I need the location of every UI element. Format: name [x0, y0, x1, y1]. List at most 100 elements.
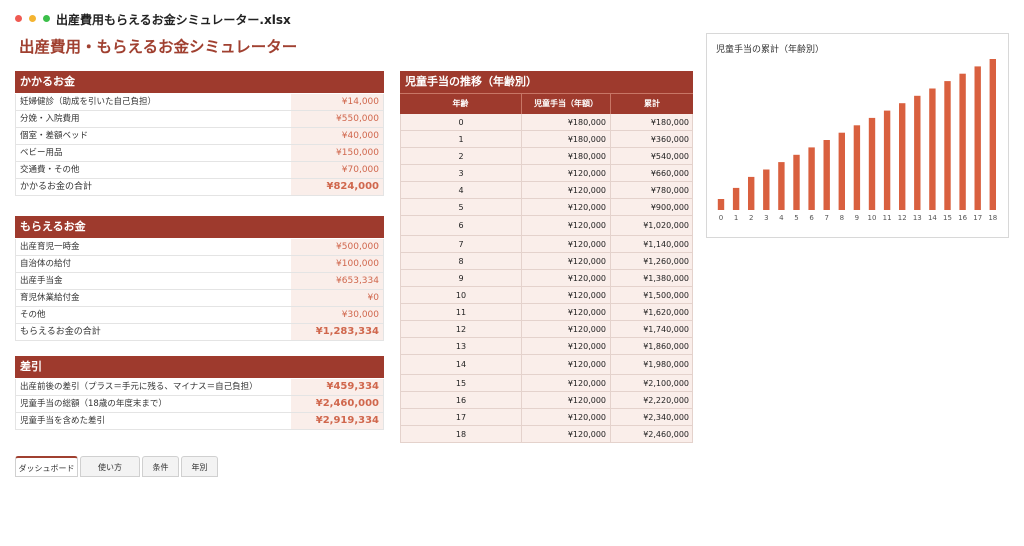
annual-cell[interactable]: ¥120,000: [521, 216, 610, 235]
annual-cell[interactable]: ¥120,000: [521, 165, 610, 181]
cumulative-cell[interactable]: ¥1,260,000: [610, 253, 693, 269]
sheet-tab-yearly[interactable]: 年別: [181, 456, 218, 477]
age-cell[interactable]: 8: [400, 253, 521, 269]
cost-value-cell[interactable]: ¥70,000: [291, 162, 384, 178]
close-window-button[interactable]: [15, 15, 22, 22]
annual-cell[interactable]: ¥120,000: [521, 287, 610, 303]
sheet-tab-dashboard[interactable]: ダッシュボード: [15, 456, 78, 477]
age-cell[interactable]: 6: [400, 216, 521, 235]
age-cell[interactable]: 5: [400, 199, 521, 215]
allowance-row: 14 ¥120,000 ¥1,980,000: [400, 355, 693, 375]
age-cell[interactable]: 0: [400, 114, 521, 130]
cumulative-cell[interactable]: ¥2,340,000: [610, 409, 693, 425]
cost-total-value[interactable]: ¥824,000: [291, 179, 384, 195]
age-cell[interactable]: 9: [400, 270, 521, 286]
maximize-window-button[interactable]: [43, 15, 50, 22]
cumulative-cell[interactable]: ¥1,380,000: [610, 270, 693, 286]
annual-cell[interactable]: ¥120,000: [521, 392, 610, 408]
age-cell[interactable]: 7: [400, 236, 521, 252]
allowance-table-column-headers: 年齢 児童手当（年額） 累計: [400, 93, 693, 114]
age-cell[interactable]: 4: [400, 182, 521, 198]
allowance-row: 18 ¥120,000 ¥2,460,000: [400, 426, 693, 443]
allowance-table: 児童手当の推移（年齢別） 年齢 児童手当（年額） 累計 0 ¥180,000 ¥18…: [400, 71, 693, 443]
x-tick-label: 4: [779, 214, 784, 222]
cost-value-cell[interactable]: ¥550,000: [291, 111, 384, 127]
annual-cell[interactable]: ¥120,000: [521, 355, 610, 374]
cumulative-cell[interactable]: ¥2,460,000: [610, 426, 693, 442]
cumulative-cell[interactable]: ¥1,500,000: [610, 287, 693, 303]
column-header-age[interactable]: 年齢: [400, 94, 521, 114]
annual-cell[interactable]: ¥120,000: [521, 236, 610, 252]
cumulative-allowance-chart[interactable]: 児童手当の累計（年齢別） 0 1 2 3 4 5 6 7 8 9 10 11 12 13 14 15 16 17 1…: [706, 33, 1009, 238]
cumulative-cell[interactable]: ¥180,000: [610, 114, 693, 130]
annual-cell[interactable]: ¥120,000: [521, 182, 610, 198]
age-cell[interactable]: 12: [400, 321, 521, 337]
column-header-cumulative[interactable]: 累計: [610, 94, 693, 114]
allowance-row: 2 ¥180,000 ¥540,000: [400, 148, 693, 165]
cumulative-cell[interactable]: ¥540,000: [610, 148, 693, 164]
age-cell[interactable]: 17: [400, 409, 521, 425]
age-cell[interactable]: 2: [400, 148, 521, 164]
x-tick-label: 5: [794, 214, 798, 222]
annual-cell[interactable]: ¥120,000: [521, 338, 610, 354]
cost-value-cell[interactable]: ¥40,000: [291, 128, 384, 144]
cumulative-cell[interactable]: ¥780,000: [610, 182, 693, 198]
annual-cell[interactable]: ¥120,000: [521, 321, 610, 337]
income-value-cell[interactable]: ¥100,000: [291, 256, 384, 272]
sheet-tab-howto[interactable]: 使い方: [80, 456, 140, 477]
difference-section: 差引 出産前後の差引（プラス＝手元に残る、マイナス＝自己負担） ¥459,334 …: [15, 356, 384, 430]
cumulative-cell[interactable]: ¥1,620,000: [610, 304, 693, 320]
cumulative-cell[interactable]: ¥900,000: [610, 199, 693, 215]
age-cell[interactable]: 3: [400, 165, 521, 181]
age-cell[interactable]: 18: [400, 426, 521, 442]
cost-row: 交通費・その他 ¥70,000: [15, 162, 384, 179]
difference-value-cell[interactable]: ¥459,334: [291, 379, 384, 395]
cumulative-cell[interactable]: ¥1,860,000: [610, 338, 693, 354]
income-total-value[interactable]: ¥1,283,334: [291, 324, 384, 340]
chart-bar: [732, 187, 740, 210]
annual-cell[interactable]: ¥120,000: [521, 270, 610, 286]
annual-cell[interactable]: ¥120,000: [521, 253, 610, 269]
cost-row: 分娩・入院費用 ¥550,000: [15, 111, 384, 128]
age-cell[interactable]: 14: [400, 355, 521, 374]
cumulative-cell[interactable]: ¥2,220,000: [610, 392, 693, 408]
annual-cell[interactable]: ¥180,000: [521, 131, 610, 147]
cost-value-cell[interactable]: ¥150,000: [291, 145, 384, 161]
cumulative-cell[interactable]: ¥1,740,000: [610, 321, 693, 337]
age-cell[interactable]: 13: [400, 338, 521, 354]
annual-cell[interactable]: ¥120,000: [521, 426, 610, 442]
cumulative-cell[interactable]: ¥660,000: [610, 165, 693, 181]
difference-value-cell[interactable]: ¥2,460,000: [291, 396, 384, 412]
annual-cell[interactable]: ¥180,000: [521, 148, 610, 164]
chart-bar: [838, 132, 845, 210]
annual-cell[interactable]: ¥120,000: [521, 304, 610, 320]
annual-cell[interactable]: ¥180,000: [521, 114, 610, 130]
annual-cell[interactable]: ¥120,000: [521, 375, 610, 391]
age-cell[interactable]: 11: [400, 304, 521, 320]
cumulative-cell[interactable]: ¥1,980,000: [610, 355, 693, 374]
annual-cell[interactable]: ¥120,000: [521, 199, 610, 215]
income-value-cell[interactable]: ¥653,334: [291, 273, 384, 289]
difference-header: 差引: [15, 356, 384, 378]
cumulative-cell[interactable]: ¥1,020,000: [610, 216, 693, 235]
annual-cell[interactable]: ¥120,000: [521, 409, 610, 425]
income-value-cell[interactable]: ¥500,000: [291, 239, 384, 255]
age-cell[interactable]: 10: [400, 287, 521, 303]
chart-bar: [778, 162, 785, 210]
minimize-window-button[interactable]: [29, 15, 36, 22]
difference-value-cell[interactable]: ¥2,919,334: [291, 413, 384, 429]
cumulative-cell[interactable]: ¥360,000: [610, 131, 693, 147]
x-tick-label: 3: [764, 214, 768, 222]
column-header-annual[interactable]: 児童手当（年額）: [521, 94, 610, 114]
sheet-tab-conditions[interactable]: 条件: [142, 456, 179, 477]
allowance-row: 5 ¥120,000 ¥900,000: [400, 199, 693, 216]
income-value-cell[interactable]: ¥0: [291, 290, 384, 306]
age-cell[interactable]: 16: [400, 392, 521, 408]
cost-value-cell[interactable]: ¥14,000: [291, 94, 384, 110]
window-titlebar: 出産費用もらえるお金シミュレーター.xlsx: [0, 0, 1024, 36]
income-value-cell[interactable]: ¥30,000: [291, 307, 384, 323]
cumulative-cell[interactable]: ¥2,100,000: [610, 375, 693, 391]
cumulative-cell[interactable]: ¥1,140,000: [610, 236, 693, 252]
age-cell[interactable]: 15: [400, 375, 521, 391]
age-cell[interactable]: 1: [400, 131, 521, 147]
